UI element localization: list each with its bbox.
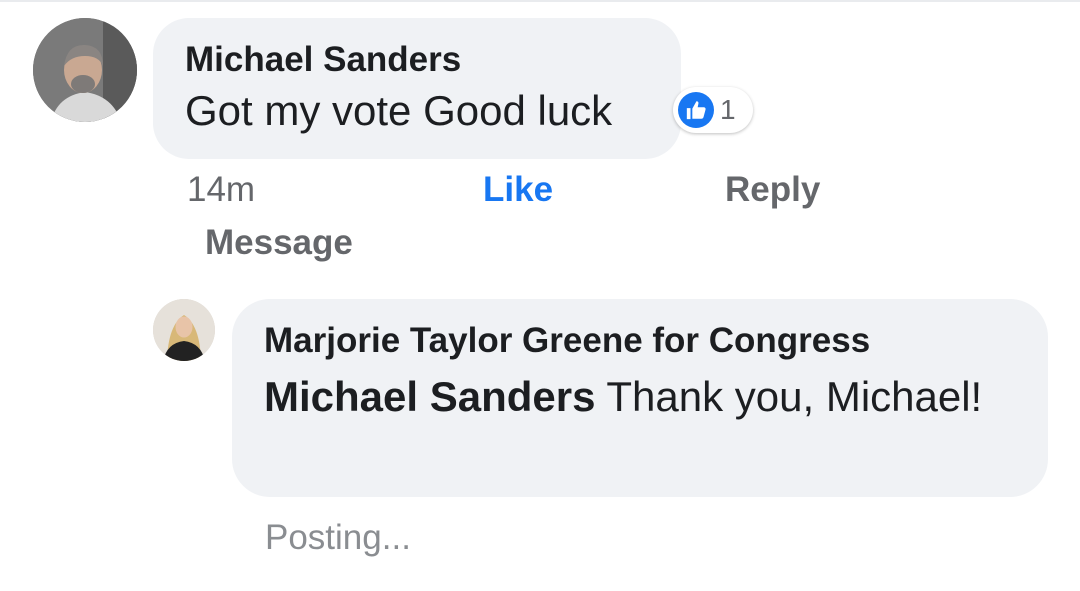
comment-author[interactable]: Michael Sanders (185, 38, 681, 82)
like-button[interactable]: Like (483, 168, 553, 212)
reply-avatar[interactable] (153, 299, 215, 361)
reply-button[interactable]: Reply (725, 168, 820, 212)
reply-author[interactable]: Marjorie Taylor Greene for Congress (264, 319, 1018, 363)
message-button[interactable]: Message (205, 221, 353, 265)
avatar[interactable] (33, 18, 137, 122)
comment-timestamp[interactable]: 14m (187, 168, 255, 212)
reaction-count: 1 (720, 94, 736, 125)
reply-message: Thank you, Michael! (595, 373, 983, 420)
divider (0, 0, 1080, 2)
mention-link[interactable]: Michael Sanders (264, 373, 595, 420)
person-silhouette-icon (33, 18, 137, 122)
posting-status: Posting... (265, 518, 411, 557)
comment-text: Got my vote Good luck (185, 87, 613, 134)
person-silhouette-icon (153, 299, 215, 361)
reply-bubble: Marjorie Taylor Greene for Congress Mich… (232, 299, 1048, 497)
thumbs-up-icon (678, 92, 714, 128)
comment-bubble: Michael Sanders Got my vote Good luck (153, 18, 681, 159)
reaction-badge[interactable]: 1 (673, 87, 753, 133)
reply-text: Michael Sanders Thank you, Michael! (264, 367, 1018, 426)
